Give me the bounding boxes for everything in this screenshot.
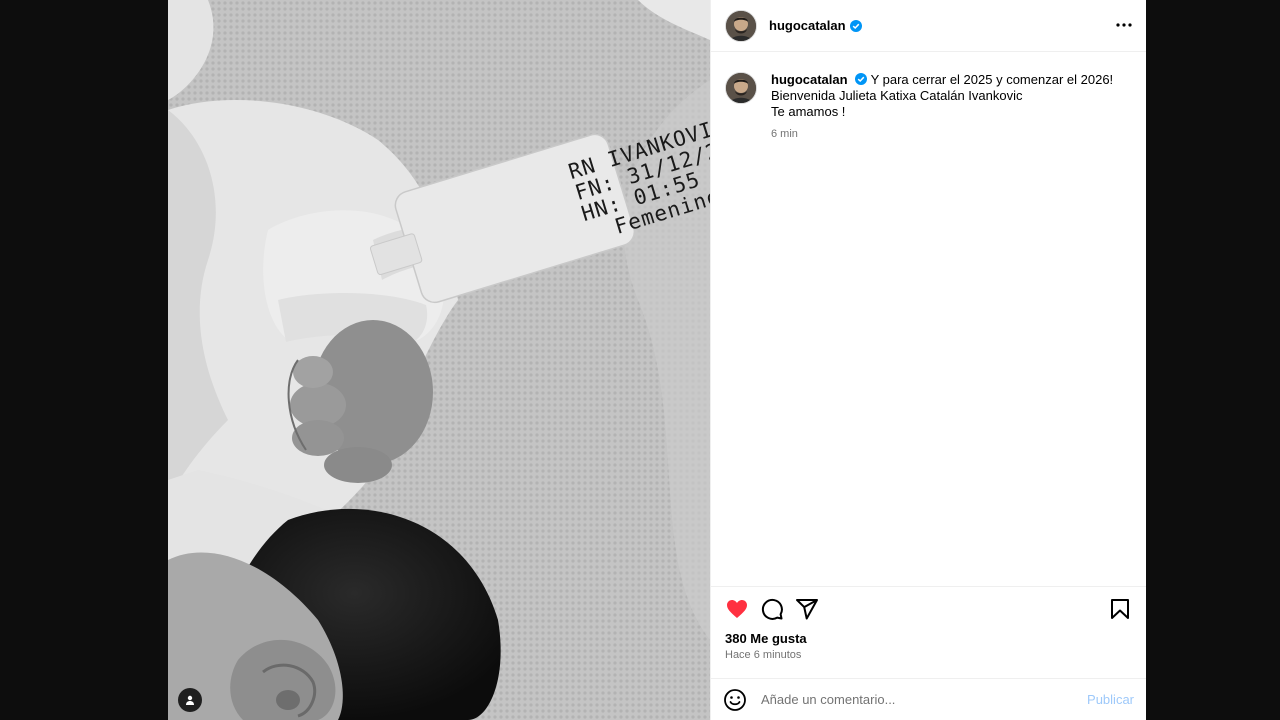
comment-button[interactable] [760, 597, 784, 621]
save-button[interactable] [1108, 597, 1132, 621]
caption-line: Bienvenida Julieta Katixa Catalán Ivanko… [771, 88, 1023, 103]
post-modal: RN IVANKOVIC FN: 31/12/2025 HN: 01:55 Fe… [168, 0, 1146, 720]
post-time-ago[interactable]: Hace 6 minutos [725, 649, 1132, 661]
caption-text: hugocatalan Y para cerrar el 2025 y come… [771, 72, 1113, 586]
verified-badge-icon [849, 19, 862, 32]
likes-count[interactable]: 380 Me gusta [725, 631, 1132, 646]
caption-username[interactable]: hugocatalan [771, 72, 848, 87]
heart-filled-icon [727, 600, 747, 618]
like-button[interactable] [725, 597, 749, 621]
newborn-photo-illustration [168, 0, 710, 720]
tagged-users-button[interactable] [178, 688, 202, 712]
profile-photo-icon [726, 10, 756, 41]
more-options-button[interactable] [1116, 16, 1132, 35]
caption-line: Y para cerrar el 2025 y comenzar el 2026… [870, 72, 1114, 87]
action-icons [725, 597, 1132, 621]
caption-line: Te amamos ! [771, 104, 846, 119]
post-photo[interactable]: RN IVANKOVIC FN: 31/12/2025 HN: 01:55 Fe… [168, 0, 710, 720]
avatar[interactable] [725, 72, 757, 104]
emoji-button[interactable] [723, 688, 747, 712]
comment-bar: Publicar [711, 678, 1146, 720]
post-actions: 380 Me gusta Hace 6 minutos [711, 586, 1146, 678]
bookmark-icon [1111, 599, 1129, 619]
avatar[interactable] [725, 9, 757, 42]
post-header: hugocatalan [711, 0, 1146, 52]
caption-timestamp[interactable]: 6 min [771, 126, 1113, 142]
caption-block: hugocatalan Y para cerrar el 2025 y come… [711, 52, 1146, 586]
send-paper-plane-icon [796, 599, 818, 620]
publish-button[interactable]: Publicar [1087, 692, 1134, 707]
share-button[interactable] [795, 597, 819, 621]
verified-badge-icon [855, 73, 868, 85]
comment-input[interactable] [759, 691, 1088, 708]
user-icon [186, 695, 194, 705]
post-sidebar: hugocatalan hugocatalan Y para cerrar el… [710, 0, 1146, 720]
profile-photo-icon [726, 73, 756, 103]
username[interactable]: hugocatalan [769, 18, 846, 33]
comment-bubble-icon [761, 598, 783, 620]
emoji-smiley-icon [724, 688, 746, 711]
more-horizontal-icon [1116, 23, 1132, 27]
